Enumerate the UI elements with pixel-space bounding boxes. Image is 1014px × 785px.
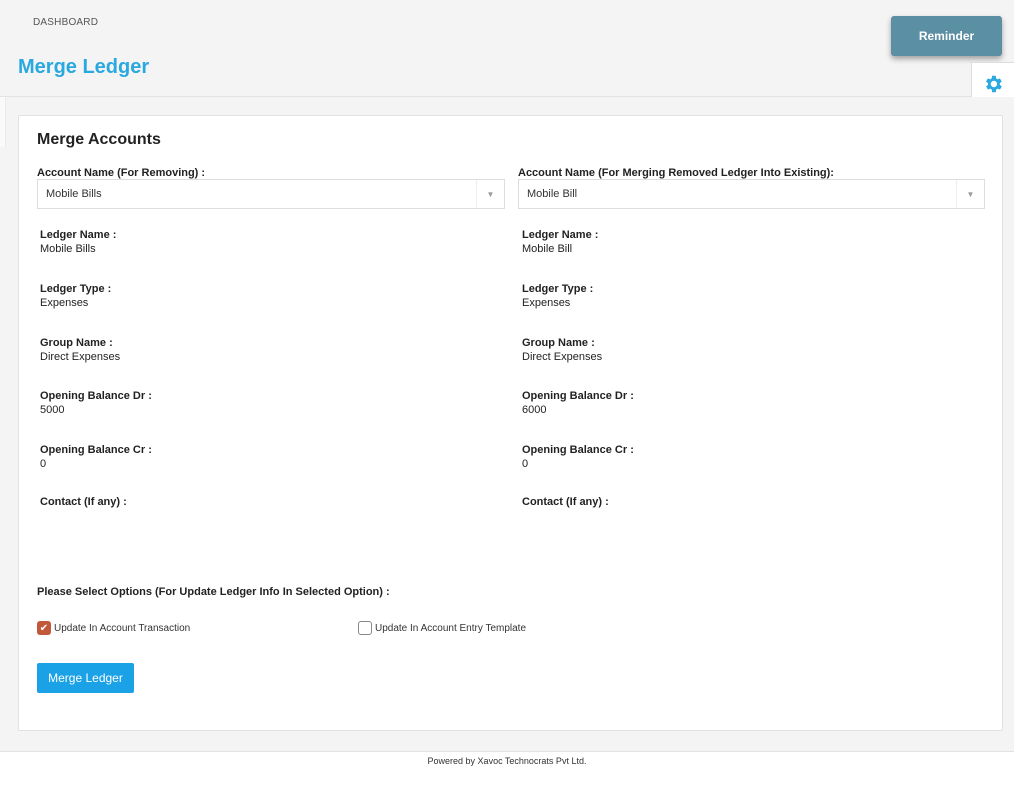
field-value: Expenses [522, 297, 571, 309]
left-ledger-type: Ledger Type : Expenses [40, 283, 111, 309]
field-value: Mobile Bills [40, 243, 96, 255]
field-label: Ledger Type : [40, 283, 112, 295]
merge-into-account-selected: Mobile Bill [527, 188, 578, 200]
merge-ledger-button[interactable]: Merge Ledger [37, 663, 134, 693]
chevron-down-icon[interactable]: ▼ [956, 180, 984, 208]
field-value: Expenses [40, 297, 89, 309]
field-label: Group Name : [522, 337, 595, 349]
field-value: 6000 [522, 404, 547, 416]
field-value: Direct Expenses [40, 351, 121, 363]
field-label: Opening Balance Dr : [522, 390, 634, 402]
field-label: Opening Balance Dr : [40, 390, 152, 402]
reminder-button[interactable]: Reminder [891, 16, 1002, 56]
breadcrumb[interactable]: DASHBOARD [33, 17, 98, 28]
left-opening-balance-cr: Opening Balance Cr : 0 [40, 444, 152, 470]
left-opening-balance-dr: Opening Balance Dr : 5000 [40, 390, 152, 416]
field-value: 0 [40, 458, 47, 470]
option-label: Update In Account Transaction [54, 622, 191, 634]
update-account-entry-template-option[interactable]: Update In Account Entry Template [358, 621, 526, 635]
field-label: Contact (If any) : [522, 496, 609, 508]
field-label: Ledger Name : [522, 229, 599, 241]
update-account-transaction-option[interactable]: ✔ Update In Account Transaction [37, 621, 190, 635]
merge-accounts-panel: Merge Accounts Account Name (For Removin… [18, 115, 1003, 731]
field-label: Group Name : [40, 337, 113, 349]
right-ledger-name: Ledger Name : Mobile Bill [522, 229, 598, 255]
chevron-down-icon[interactable]: ▼ [476, 180, 504, 208]
left-contact: Contact (If any) : [40, 496, 127, 510]
page-title: Merge Ledger [18, 56, 150, 78]
field-value: Mobile Bill [522, 243, 573, 255]
footer-text: Powered by Xavoc Technocrats Pvt Ltd. [427, 756, 587, 766]
right-opening-balance-dr: Opening Balance Dr : 6000 [522, 390, 634, 416]
field-label: Opening Balance Cr : [40, 444, 152, 456]
remove-account-selected: Mobile Bills [46, 188, 102, 200]
checkbox-checked[interactable]: ✔ [37, 621, 51, 635]
options-label: Please Select Options (For Update Ledger… [37, 586, 390, 598]
remove-account-select[interactable]: Mobile Bills ▼ [37, 179, 505, 209]
field-value: 5000 [40, 404, 65, 416]
field-value: Direct Expenses [522, 351, 603, 363]
field-label: Ledger Type : [522, 283, 594, 295]
field-label: Ledger Name : [40, 229, 117, 241]
right-group-name: Group Name : Direct Expenses [522, 337, 602, 363]
left-group-name: Group Name : Direct Expenses [40, 337, 120, 363]
field-label: Contact (If any) : [40, 496, 127, 508]
left-ledger-name: Ledger Name : Mobile Bills [40, 229, 116, 255]
option-label: Update In Account Entry Template [375, 622, 527, 634]
field-label: Opening Balance Cr : [522, 444, 634, 456]
right-opening-balance-cr: Opening Balance Cr : 0 [522, 444, 634, 470]
right-contact: Contact (If any) : [522, 496, 609, 510]
merge-into-account-label: Account Name (For Merging Removed Ledger… [518, 167, 834, 179]
panel-title: Merge Accounts [37, 131, 161, 148]
checkbox-unchecked[interactable] [358, 621, 372, 635]
field-value: 0 [522, 458, 529, 470]
merge-into-account-select[interactable]: Mobile Bill ▼ [518, 179, 985, 209]
top-header: DASHBOARD Merge Ledger [0, 0, 1014, 97]
remove-account-label: Account Name (For Removing) : [37, 167, 206, 179]
footer: Powered by Xavoc Technocrats Pvt Ltd. [0, 751, 1014, 785]
left-strip [0, 97, 6, 147]
gear-icon [982, 73, 1004, 98]
right-ledger-type: Ledger Type : Expenses [522, 283, 593, 309]
